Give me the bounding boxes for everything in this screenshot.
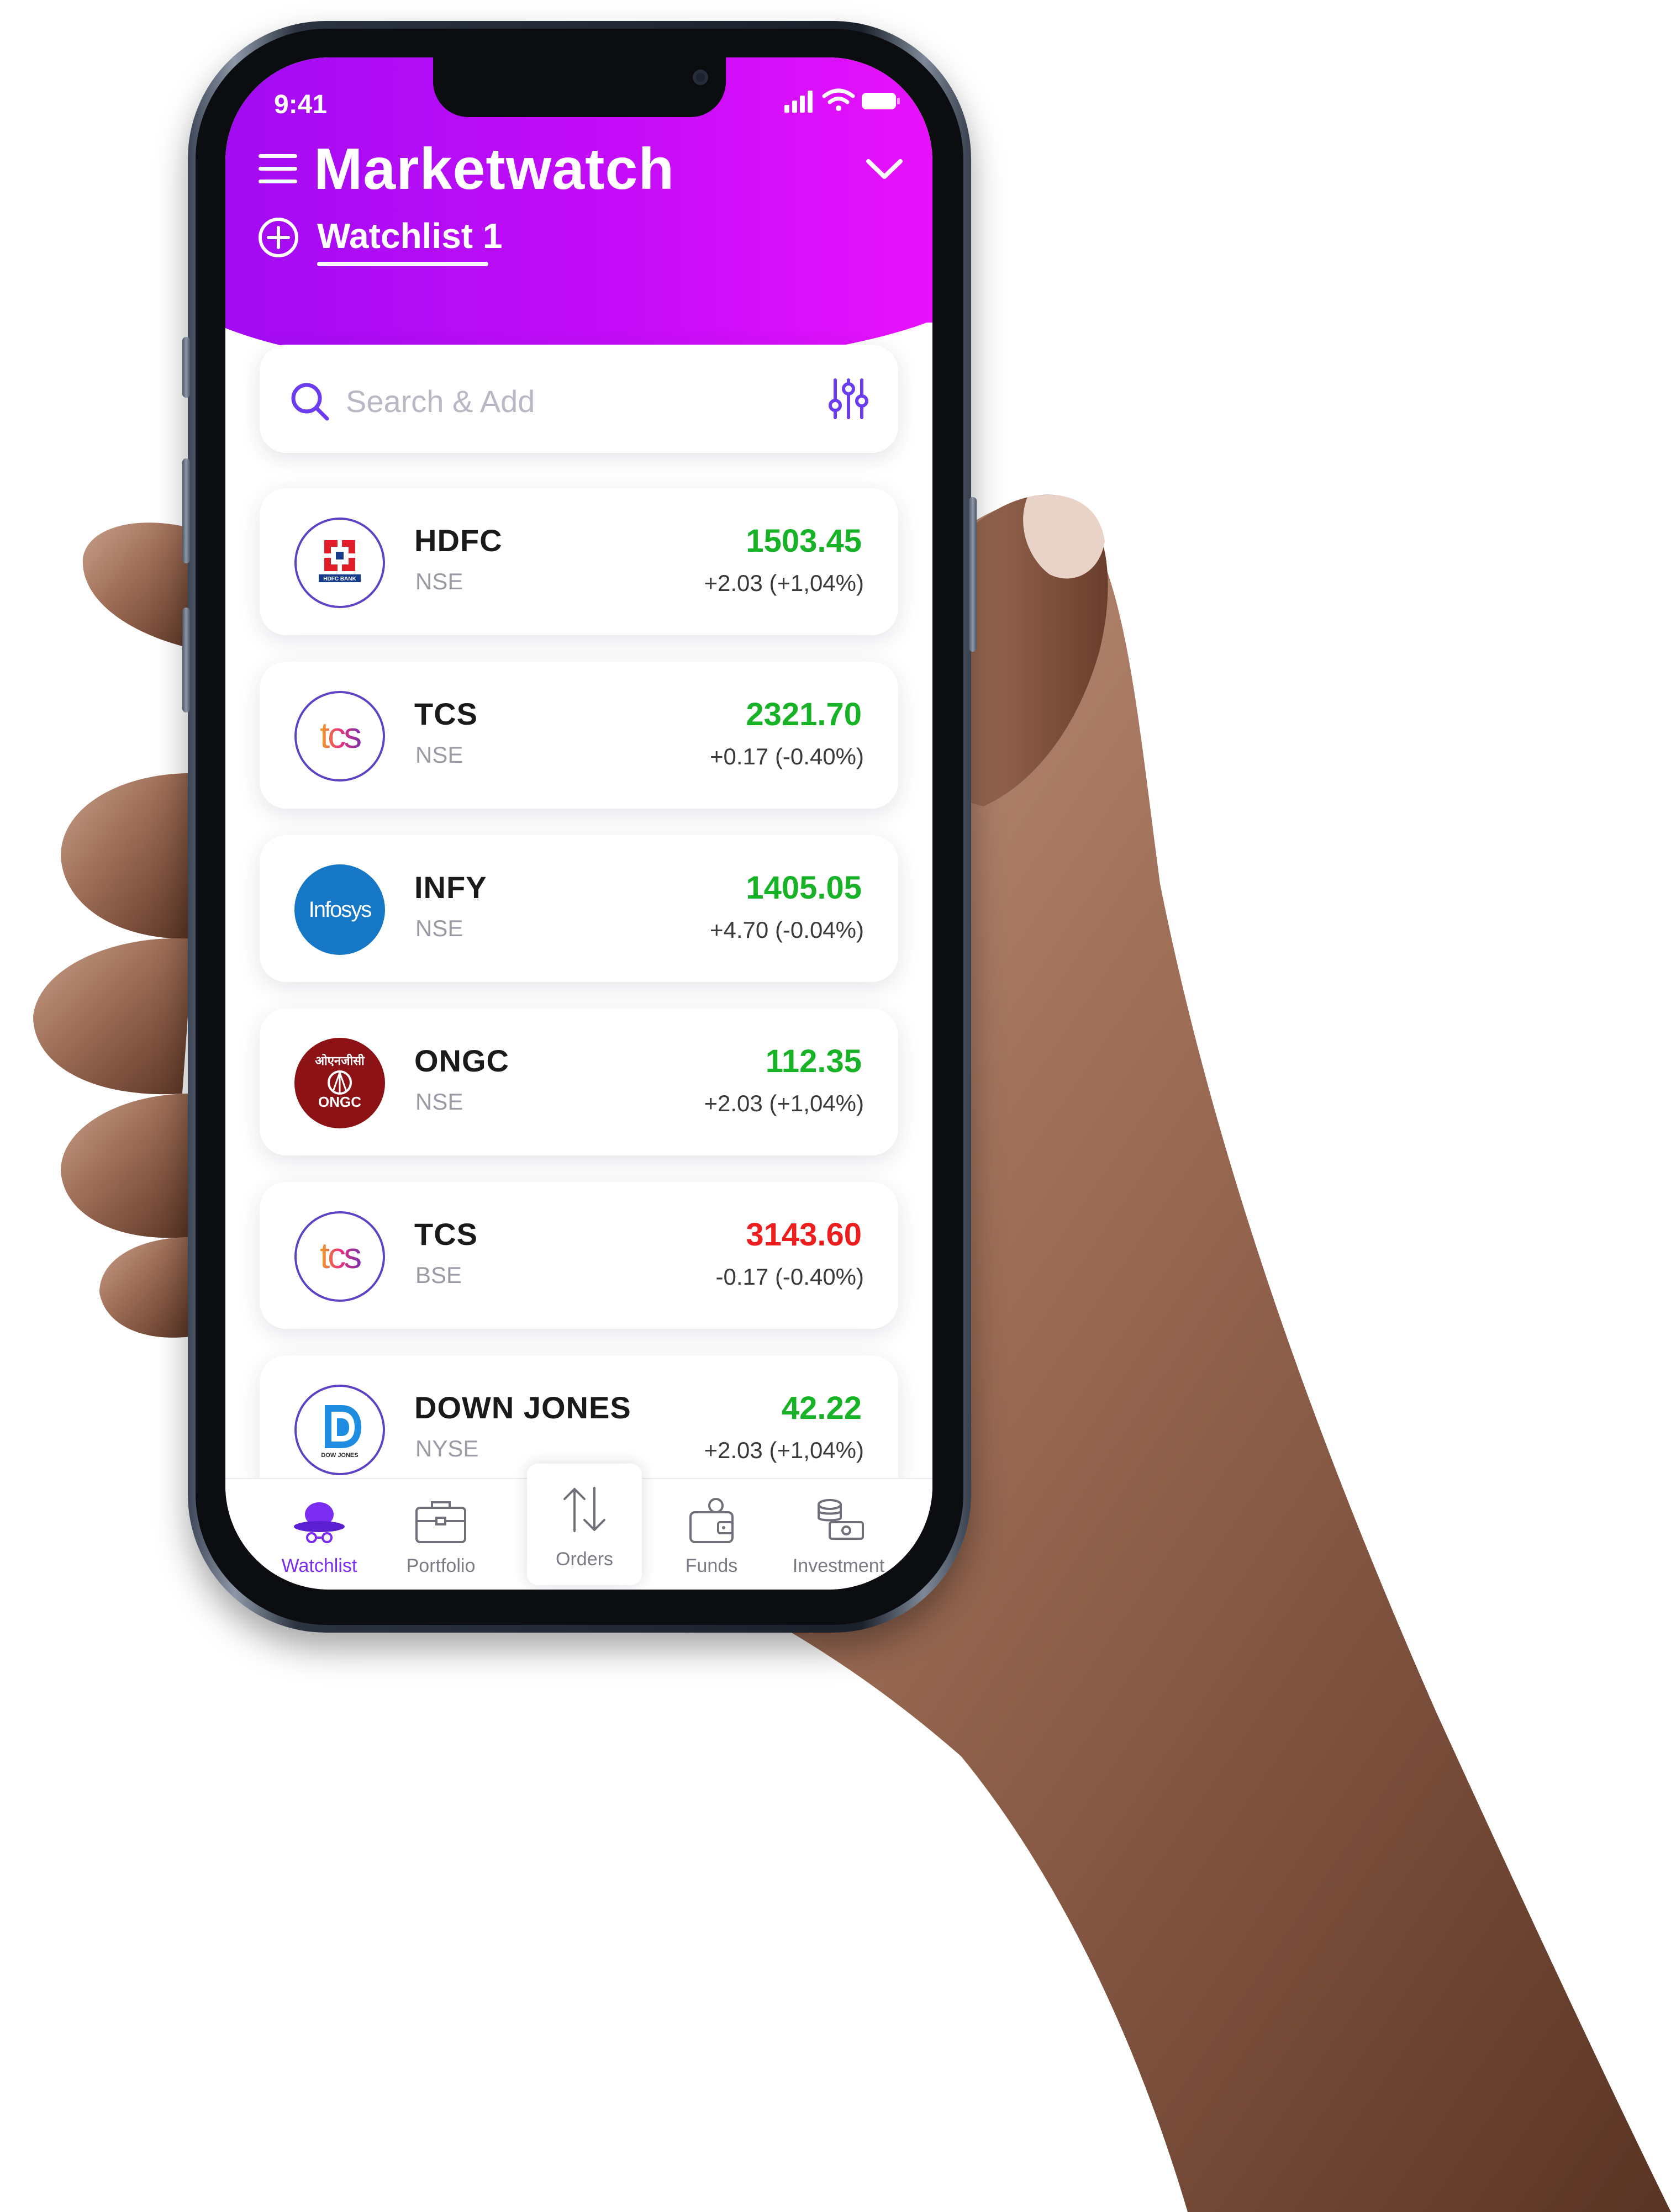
stock-price: 42.22: [781, 1390, 862, 1426]
front-camera: [693, 70, 708, 85]
stock-exchange: BSE: [415, 1262, 462, 1288]
svg-text:Infosys: Infosys: [309, 898, 372, 922]
search-icon: [291, 383, 329, 421]
watchlist-hat-icon: [294, 1502, 345, 1543]
search-bar[interactable]: Search & Add: [260, 345, 898, 453]
dow-jones-logo: DOW JONES: [294, 1384, 386, 1476]
nav-label: Watchlist: [281, 1555, 357, 1576]
svg-text:ओएनजीसी: ओएनजीसी: [315, 1053, 365, 1068]
stock-change: -0.17 (-0.40%): [715, 1264, 864, 1290]
hamburger-menu-icon[interactable]: [259, 154, 297, 184]
stock-row-tcs-bse[interactable]: tcs TCS BSE 3143.60 -0.17 (-0.40%): [260, 1182, 898, 1329]
nav-label: Portfolio: [406, 1555, 476, 1576]
money-stack-icon: [818, 1499, 864, 1540]
status-time: 9:41: [274, 90, 328, 119]
camera-notch: [433, 57, 726, 117]
bottom-navigation: Watchlist Portfolio Orders Funds Investm…: [225, 1464, 932, 1590]
battery-icon: [862, 93, 900, 109]
nav-label: Orders: [556, 1549, 613, 1570]
stock-row-infy[interactable]: Infosys INFY NSE 1405.05 +4.70 (-0.04%): [260, 835, 898, 982]
tcs-logo: tcs: [294, 690, 386, 782]
active-tab-indicator: [317, 262, 488, 266]
stock-row-ongc[interactable]: ओएनजीसी ONGC ONGC NSE 112.35 +2.03 (+1,0…: [260, 1009, 898, 1155]
svg-text:HDFC BANK: HDFC BANK: [323, 576, 356, 582]
stock-row-tcs-nse[interactable]: tcs TCS NSE 2321.70 +0.17 (-0.40%): [260, 662, 898, 809]
tab-watchlist-1[interactable]: Watchlist 1: [317, 215, 502, 256]
silent-switch: [182, 337, 190, 398]
filter-sliders-icon[interactable]: [827, 377, 869, 421]
nav-portfolio[interactable]: Portfolio: [386, 1479, 496, 1590]
stock-price: 112.35: [765, 1043, 862, 1079]
stock-exchange: NYSE: [415, 1435, 479, 1461]
nav-label: Investment: [792, 1555, 885, 1576]
stock-price: 1405.05: [746, 870, 862, 906]
up-down-arrows-icon: [563, 1487, 605, 1532]
nav-label: Funds: [685, 1555, 738, 1576]
power-button: [969, 497, 977, 652]
stock-change: +2.03 (+1,04%): [704, 570, 864, 596]
stock-exchange: NSE: [415, 1089, 463, 1115]
nav-orders[interactable]: Orders: [527, 1464, 642, 1585]
nav-funds[interactable]: Funds: [656, 1479, 767, 1590]
page-title: Marketwatch: [314, 136, 675, 202]
stock-symbol: DOWN JONES: [414, 1390, 631, 1425]
search-input[interactable]: Search & Add: [346, 383, 535, 419]
stock-exchange: NSE: [415, 742, 463, 768]
stock-row-hdfc[interactable]: HDFC BANK HDFC NSE 1503.45 +2.03 (+1,04%…: [260, 488, 898, 635]
ongc-logo: ओएनजीसी ONGC: [294, 1037, 386, 1129]
tcs-logo: tcs: [294, 1211, 386, 1302]
stock-change: +4.70 (-0.04%): [710, 917, 864, 943]
stock-exchange: NSE: [415, 915, 463, 941]
status-icons: [784, 88, 900, 113]
stock-price: 1503.45: [746, 523, 862, 559]
stock-change: +0.17 (-0.40%): [710, 743, 864, 769]
stock-price: 3143.60: [746, 1217, 862, 1253]
stock-symbol: TCS: [414, 1217, 478, 1252]
wallet-icon: [689, 1498, 734, 1543]
signal-icon: [784, 91, 813, 113]
volume-up-button: [182, 458, 190, 563]
stock-change: +2.03 (+1,04%): [704, 1090, 864, 1116]
stock-price: 2321.70: [746, 696, 862, 732]
hdfc-bank-logo: HDFC BANK: [294, 517, 386, 609]
add-watchlist-icon[interactable]: [257, 217, 299, 258]
stock-symbol: HDFC: [414, 523, 503, 558]
chevron-down-icon[interactable]: [865, 157, 904, 181]
stock-symbol: INFY: [414, 870, 487, 905]
wifi-icon: [822, 88, 855, 111]
nav-watchlist[interactable]: Watchlist: [264, 1479, 375, 1590]
nav-investment[interactable]: Investment: [772, 1479, 905, 1590]
svg-text:tcs: tcs: [320, 1235, 361, 1276]
svg-text:DOW JONES: DOW JONES: [321, 1452, 358, 1459]
stock-exchange: NSE: [415, 568, 463, 594]
app-screen: 9:41 Marketwatch Watchlist 1 Search & Ad…: [225, 57, 932, 1590]
stock-symbol: TCS: [414, 696, 478, 731]
briefcase-icon: [415, 1501, 466, 1543]
infosys-logo: Infosys: [294, 864, 386, 955]
svg-text:ONGC: ONGC: [318, 1094, 361, 1110]
stock-change: +2.03 (+1,04%): [704, 1437, 864, 1463]
stock-symbol: ONGC: [414, 1043, 509, 1078]
volume-down-button: [182, 608, 190, 712]
svg-text:tcs: tcs: [320, 715, 361, 756]
